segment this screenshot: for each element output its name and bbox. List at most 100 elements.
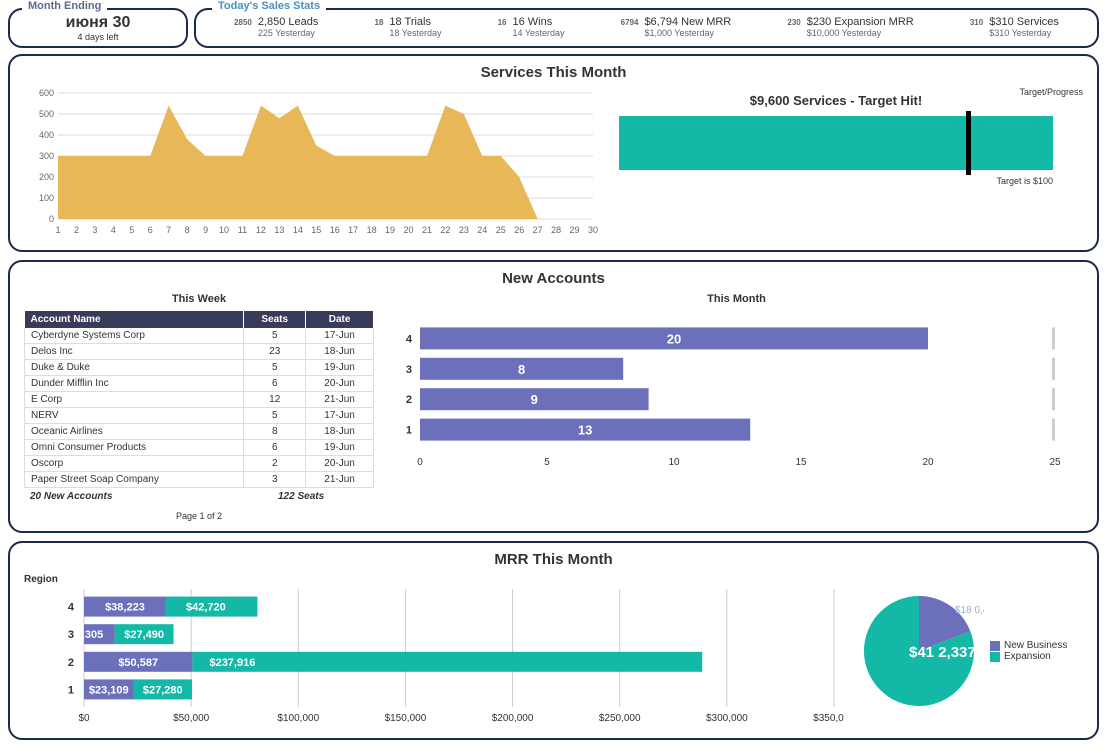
svg-text:20: 20 xyxy=(922,457,934,468)
target-bullet-chart[interactable] xyxy=(619,116,1053,170)
stat-item: 1818 Trials18 Yesterday xyxy=(375,16,442,38)
svg-text:25: 25 xyxy=(496,225,506,235)
new-accounts-bar-chart[interactable]: 208913 0510152025 4321 xyxy=(390,311,1070,471)
svg-text:19: 19 xyxy=(385,225,395,235)
svg-text:5: 5 xyxy=(544,457,550,468)
table-row[interactable]: Dunder Mifflin Inc620-Jun xyxy=(25,376,374,392)
todays-sales-stats-card: Today's Sales Stats 28502,850 Leads225 Y… xyxy=(194,8,1099,48)
table-row[interactable]: Oscorp220-Jun xyxy=(25,456,374,472)
svg-text:4: 4 xyxy=(406,333,413,345)
new-accounts-title: New Accounts xyxy=(24,270,1083,287)
stats-title: Today's Sales Stats xyxy=(212,0,326,12)
svg-text:2: 2 xyxy=(74,225,79,235)
svg-text:3: 3 xyxy=(68,629,74,641)
stat-item: 6794$6,794 New MRR$1,000 Yesterday xyxy=(621,16,732,38)
svg-text:$350,000: $350,000 xyxy=(813,713,844,724)
svg-text:9: 9 xyxy=(203,225,208,235)
svg-text:20: 20 xyxy=(667,331,681,346)
svg-text:$23,109: $23,109 xyxy=(89,684,129,696)
svg-text:200: 200 xyxy=(39,172,54,182)
svg-text:500: 500 xyxy=(39,109,54,119)
svg-text:$300,000: $300,000 xyxy=(706,713,748,724)
days-left: 4 days left xyxy=(20,32,176,42)
svg-text:9: 9 xyxy=(531,392,538,407)
stat-item: 28502,850 Leads225 Yesterday xyxy=(234,16,318,38)
svg-text:$250,000: $250,000 xyxy=(599,713,641,724)
col-date: Date xyxy=(306,311,374,328)
svg-text:$27,280: $27,280 xyxy=(143,684,183,696)
svg-text:13: 13 xyxy=(578,423,592,438)
target-progress-link[interactable]: Target/Progress xyxy=(1019,87,1083,97)
table-row[interactable]: NERV517-Jun xyxy=(25,408,374,424)
month-value: июня 30 xyxy=(20,14,176,32)
mrr-stacked-bar-chart[interactable]: $38,223$42,720$14,305$27,490$50,587$237,… xyxy=(24,585,844,725)
summary-seats: 122 Seats xyxy=(278,491,368,502)
svg-text:0: 0 xyxy=(49,214,54,224)
svg-text:$0: $0 xyxy=(78,713,90,724)
svg-text:2: 2 xyxy=(68,657,74,669)
mrr-pie-chart[interactable]: $41 2,337 $18 0,45 6 xyxy=(854,586,984,716)
pie-slice-label: $18 0,45 6 xyxy=(955,605,984,616)
svg-text:30: 30 xyxy=(588,225,598,235)
svg-text:1: 1 xyxy=(68,684,74,696)
svg-text:6: 6 xyxy=(148,225,153,235)
table-row[interactable]: Delos Inc2318-Jun xyxy=(25,344,374,360)
svg-text:4: 4 xyxy=(68,602,75,614)
svg-text:600: 600 xyxy=(39,88,54,98)
svg-text:11: 11 xyxy=(238,225,247,235)
svg-text:17: 17 xyxy=(348,225,358,235)
svg-text:27: 27 xyxy=(533,225,543,235)
svg-text:25: 25 xyxy=(1049,457,1061,468)
svg-text:23: 23 xyxy=(459,225,469,235)
svg-text:$50,587: $50,587 xyxy=(118,657,158,669)
svg-text:$100,000: $100,000 xyxy=(277,713,319,724)
mrr-title: MRR This Month xyxy=(24,551,1083,568)
svg-text:26: 26 xyxy=(514,225,524,235)
table-row[interactable]: Duke & Duke519-Jun xyxy=(25,360,374,376)
svg-text:13: 13 xyxy=(274,225,284,235)
table-row[interactable]: Paper Street Soap Company321-Jun xyxy=(25,472,374,488)
table-paging[interactable]: Page 1 of 2 xyxy=(24,511,374,521)
table-row[interactable]: Cyberdyne Systems Corp517-Jun xyxy=(25,328,374,344)
pie-total-label: $41 2,337 xyxy=(909,644,976,661)
accounts-table: Account Name Seats Date Cyberdyne System… xyxy=(24,311,374,488)
svg-text:3: 3 xyxy=(92,225,97,235)
summary-accounts: 20 New Accounts xyxy=(30,491,278,502)
table-row[interactable]: E Corp1221-Jun xyxy=(25,392,374,408)
svg-text:2: 2 xyxy=(406,394,412,406)
svg-text:$150,000: $150,000 xyxy=(385,713,427,724)
svg-text:1: 1 xyxy=(55,225,60,235)
table-row[interactable]: Omni Consumer Products619-Jun xyxy=(25,440,374,456)
col-account-name: Account Name xyxy=(25,311,244,328)
svg-text:$38,223: $38,223 xyxy=(105,602,145,614)
svg-text:29: 29 xyxy=(570,225,580,235)
new-accounts-section: New Accounts This Week Account Name Seat… xyxy=(8,260,1099,533)
svg-text:16: 16 xyxy=(330,225,340,235)
svg-text:3: 3 xyxy=(406,364,412,376)
svg-text:$200,000: $200,000 xyxy=(492,713,534,724)
swatch-new-business xyxy=(990,641,1000,651)
region-label: Region xyxy=(24,574,844,585)
table-row[interactable]: Oceanic Airlines818-Jun xyxy=(25,424,374,440)
svg-text:12: 12 xyxy=(256,225,266,235)
svg-text:100: 100 xyxy=(39,193,54,203)
stat-item: 1616 Wins14 Yesterday xyxy=(498,16,565,38)
services-title: Services This Month xyxy=(24,64,1083,81)
this-month-label: This Month xyxy=(390,293,1083,305)
services-area-chart[interactable]: 0100200300400500600 12345678910111213141… xyxy=(24,87,599,240)
this-week-label: This Week xyxy=(24,293,374,305)
svg-text:1: 1 xyxy=(406,425,412,437)
svg-text:18: 18 xyxy=(367,225,377,235)
stat-item: 230$230 Expansion MRR$10,000 Yesterday xyxy=(787,16,913,38)
svg-text:7: 7 xyxy=(166,225,171,235)
svg-text:$50,000: $50,000 xyxy=(173,713,210,724)
svg-text:0: 0 xyxy=(417,457,423,468)
month-ending-label: Month Ending xyxy=(22,0,107,12)
svg-text:400: 400 xyxy=(39,130,54,140)
svg-text:15: 15 xyxy=(311,225,321,235)
svg-text:8: 8 xyxy=(518,362,525,377)
stat-item: 310$310 Services$310 Yesterday xyxy=(970,16,1059,38)
svg-text:20: 20 xyxy=(404,225,414,235)
svg-text:22: 22 xyxy=(440,225,450,235)
svg-text:$42,720: $42,720 xyxy=(186,602,226,614)
